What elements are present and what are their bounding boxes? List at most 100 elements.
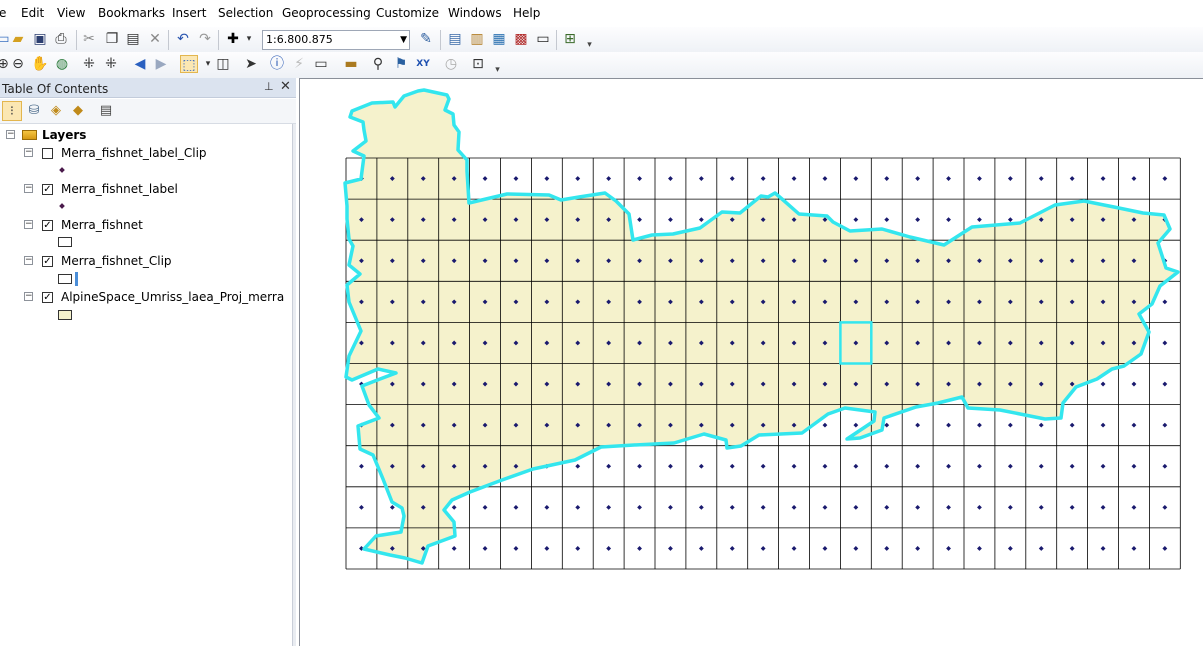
list-by-drawing-order-icon[interactable]: ⁝: [2, 101, 22, 121]
undo-icon[interactable]: ↶: [174, 30, 192, 48]
layer-name[interactable]: Merra_fishnet: [61, 218, 143, 232]
clear-selection-icon[interactable]: ◫: [214, 55, 232, 73]
print-icon[interactable]: ⎙: [52, 30, 70, 48]
pan-icon[interactable]: ✋: [31, 55, 49, 73]
fishnet-label-point: [822, 504, 828, 510]
fishnet-label-point: [822, 422, 828, 428]
modelbuilder-icon[interactable]: ⊞: [561, 30, 579, 48]
collapse-icon[interactable]: −: [24, 256, 33, 265]
catalog-window-icon[interactable]: ▥: [468, 30, 486, 48]
menu-view[interactable]: View: [57, 6, 85, 20]
fishnet-label-point: [668, 217, 673, 223]
fill-polygon-symbol[interactable]: [58, 310, 72, 320]
hollow-polygon-symbol[interactable]: [58, 274, 72, 284]
fishnet-label-point: [946, 504, 951, 510]
cut-icon[interactable]: ✂: [80, 30, 98, 48]
redo-icon[interactable]: ↷: [196, 30, 214, 48]
zoom-out-icon[interactable]: ⊖: [9, 55, 27, 73]
fishnet-label-point: [729, 176, 735, 181]
fishnet-label-point: [637, 546, 642, 551]
fishnet-label-point: [1162, 504, 1168, 510]
menu-geoprocessing[interactable]: Geoprocessing: [282, 6, 371, 20]
layers-group-label[interactable]: Layers: [42, 128, 86, 142]
list-by-visibility-icon[interactable]: ◈: [46, 101, 66, 121]
list-by-source-icon[interactable]: ⛁: [24, 101, 44, 121]
editor-toolbar-icon[interactable]: ✎: [417, 30, 435, 48]
fishnet-label-point: [1007, 217, 1013, 223]
fixed-zoom-in-icon[interactable]: ⁜: [80, 55, 98, 73]
full-extent-icon[interactable]: ◍: [53, 55, 71, 73]
search-window-icon[interactable]: ▦: [490, 30, 508, 48]
collapse-icon[interactable]: −: [24, 184, 33, 193]
close-icon[interactable]: ✕: [280, 79, 291, 94]
fixed-zoom-out-icon[interactable]: ⁜: [102, 55, 120, 73]
collapse-icon[interactable]: −: [24, 292, 33, 301]
fishnet-label-point: [575, 546, 581, 551]
copy-icon[interactable]: ❐: [103, 30, 121, 48]
options-icon[interactable]: ▤: [96, 101, 116, 121]
back-icon[interactable]: ◀: [131, 55, 149, 73]
point-symbol[interactable]: [59, 203, 65, 209]
menu-file[interactable]: e: [0, 6, 6, 20]
fishnet-label-point: [1131, 463, 1137, 469]
toc-splitter[interactable]: [292, 124, 296, 646]
menu-customize[interactable]: Customize: [376, 6, 439, 20]
toolbar-options-icon[interactable]: ▾: [585, 37, 594, 53]
python-window-icon[interactable]: ▭: [534, 30, 552, 48]
toolbar-options-icon[interactable]: ▾: [493, 62, 502, 78]
layer-visibility-checkbox[interactable]: [42, 148, 53, 159]
fishnet-label-point: [946, 422, 951, 428]
chevron-down-icon[interactable]: ▼: [400, 31, 407, 49]
toolbar-separator: [76, 30, 77, 50]
open-icon[interactable]: ▰: [9, 30, 27, 48]
arctoolbox-window-icon[interactable]: ▩: [512, 30, 530, 48]
identify-icon[interactable]: ⓘ: [268, 55, 286, 73]
layer-visibility-checkbox[interactable]: ✓: [42, 256, 53, 267]
select-features-icon[interactable]: ⬚: [180, 55, 198, 73]
table-of-contents-window-icon[interactable]: ▤: [446, 30, 464, 48]
find-route-icon[interactable]: ⚑: [392, 55, 410, 73]
forward-icon[interactable]: ▶: [152, 55, 170, 73]
collapse-icon[interactable]: −: [6, 130, 15, 139]
html-popup-icon[interactable]: ▭: [312, 55, 330, 73]
map-scale-combobox[interactable]: 1:6.800.875 ▼: [262, 30, 410, 50]
collapse-icon[interactable]: −: [24, 148, 33, 157]
fishnet-label-point: [977, 217, 982, 223]
menu-insert[interactable]: Insert: [172, 6, 206, 20]
layer-name[interactable]: Merra_fishnet_label_Clip: [61, 146, 207, 160]
menu-windows[interactable]: Windows: [448, 6, 502, 20]
map-canvas[interactable]: [300, 79, 1203, 646]
list-by-selection-icon[interactable]: ◆: [68, 101, 88, 121]
add-data-dropdown-icon[interactable]: ▾: [240, 30, 258, 48]
create-viewer-icon[interactable]: ⊡: [469, 55, 487, 73]
layer-name[interactable]: Merra_fishnet_Clip: [61, 254, 172, 268]
menu-edit[interactable]: Edit: [21, 6, 44, 20]
layer-visibility-checkbox[interactable]: ✓: [42, 220, 53, 231]
point-symbol[interactable]: [59, 167, 65, 173]
fishnet-label-point: [1162, 176, 1168, 181]
map-view[interactable]: [299, 78, 1203, 646]
hollow-polygon-symbol[interactable]: [58, 237, 72, 247]
menu-bookmarks[interactable]: Bookmarks: [98, 6, 165, 20]
menu-selection[interactable]: Selection: [218, 6, 273, 20]
fishnet-label-point: [946, 463, 951, 469]
hyperlink-icon[interactable]: ⚡: [290, 55, 308, 73]
layer-name[interactable]: AlpineSpace_Umriss_laea_Proj_merra: [61, 290, 284, 304]
layer-name[interactable]: Merra_fishnet_label: [61, 182, 178, 196]
fishnet-label-point: [1038, 176, 1044, 181]
menu-help[interactable]: Help: [513, 6, 540, 20]
layer-visibility-checkbox[interactable]: ✓: [42, 292, 53, 303]
layer-visibility-checkbox[interactable]: ✓: [42, 184, 53, 195]
paste-icon[interactable]: ▤: [124, 30, 142, 48]
pin-icon[interactable]: ⊥: [264, 80, 274, 93]
collapse-icon[interactable]: −: [24, 220, 33, 229]
select-elements-icon[interactable]: ➤: [242, 55, 260, 73]
fishnet-label-point: [359, 463, 364, 469]
fishnet-label-point: [698, 176, 704, 181]
time-slider-icon[interactable]: ◷: [442, 55, 460, 73]
save-icon[interactable]: ▣: [31, 30, 49, 48]
measure-icon[interactable]: ▬: [342, 55, 360, 73]
goto-xy-icon[interactable]: XY: [414, 55, 432, 73]
find-icon[interactable]: ⚲: [369, 55, 387, 73]
delete-icon[interactable]: ✕: [146, 30, 164, 48]
